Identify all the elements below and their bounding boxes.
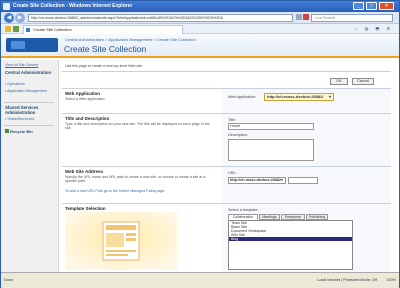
description-label: Description: [228,133,249,137]
intro-text: Use this page to create a new top-level … [65,64,144,68]
browser-window: Create Site Collection - Windows Interne… [0,0,400,288]
address-input-area: URL: http://ch-moss-devbox:26882 ▾ [222,167,391,203]
search-input[interactable]: Live Search [311,14,393,22]
title-section: Title and Description Type a title and d… [65,116,215,131]
sidebar-item-application-management[interactable]: • Application Management [5,89,47,94]
url-name-field[interactable] [288,177,318,184]
breadcrumb[interactable]: Central Administration > Application Man… [65,37,196,42]
address-bar: ◀ ▶ http://ch-moss-devbox:26882/_admin/c… [1,12,399,24]
main-content: Use this page to create a new top-level … [62,62,391,272]
page-title: Create Site Collection [64,44,147,54]
window-title: Create Site Collection - Windows Interne… [13,3,133,9]
title-input-area: Title: Home Description: [222,114,391,166]
webapp-title: Web Application [65,91,101,96]
url-label: URL: [228,171,237,175]
refresh-icon[interactable] [296,14,302,20]
template-list[interactable]: Team Site Blank Site Document Workspace … [228,220,353,270]
forward-button[interactable]: ▶ [15,13,25,23]
back-button[interactable]: ◀ [4,13,14,23]
managed-paths-text[interactable]: To add a new URL Path go to the Define M… [65,189,215,193]
url-prefix-select[interactable]: http://ch-moss-devbox:26882 ▾ [228,177,286,184]
close-button[interactable]: × [379,2,394,10]
divider [62,71,391,72]
sharepoint-logo [6,38,58,52]
ok-button[interactable]: OK [330,78,348,85]
title-section-desc: Type a title and description for your ne… [65,122,210,131]
sidebar-item-operations[interactable]: • Operations [5,82,25,87]
title-section-title: Title and Description [65,116,110,121]
description-field[interactable] [228,139,314,161]
sidebar-divider [4,102,54,103]
select-template-label: Select a template: [228,208,259,212]
quick-launch: View All Site Content Central Administra… [1,60,59,272]
central-admin-heading[interactable]: Central Administration [5,70,51,75]
window-titlebar: Create Site Collection - Windows Interne… [1,1,399,12]
view-all-site-content-link[interactable]: View All Site Content [5,63,38,67]
template-preview-image [65,212,177,270]
title-label: Title: [228,118,237,122]
sidebar-divider [4,125,54,126]
template-option-selected[interactable]: Blog [229,237,352,241]
webapp-select[interactable]: http://ch-moss-devbox:26882/▾ [264,93,334,101]
template-input-area: Select a template: Collaboration Meeting… [222,204,391,272]
add-favorite-icon[interactable] [13,26,19,32]
cancel-button[interactable]: Cancel [352,78,374,85]
maximize-button[interactable]: □ [366,2,377,10]
webapp-section: Web Application Select a Web application… [65,91,215,101]
webapp-desc: Select a Web application. [65,97,106,101]
webapp-label: Web Application: [228,95,257,99]
status-bar: Done Local intranet | Protected Mode: Of… [1,272,399,288]
webapp-input-area: Web Application: http://ch-moss-devbox:2… [222,89,391,113]
address-title: Web Site Address [65,169,104,174]
recycle-bin-icon [5,129,9,133]
address-section: Web Site Address Specify the URL name an… [65,169,215,193]
security-zone[interactable]: Local intranet | Protected Mode: Off [317,278,377,282]
address-desc: Specify the URL name and URL path to cre… [65,175,206,184]
tab-label: Create Site Collection [33,27,72,32]
ie-icon [3,3,10,10]
tab-bar: Create Site Collection ⌂ ▤ 🖶 ⚙ [1,24,399,34]
recycle-bin-link[interactable]: Recycle Bin [5,129,33,134]
title-field[interactable]: Home [228,123,314,130]
url-field[interactable]: http://ch-moss-devbox:26882/_admin/creat… [28,14,293,22]
toolbar-icons[interactable]: ⌂ ▤ 🖶 ⚙ [355,26,393,33]
ssa-heading[interactable]: Shared Services Administration [5,105,58,115]
browser-tab[interactable]: Create Site Collection [23,25,183,34]
sidebar-item-sharedservices1[interactable]: • SharedServices1 [5,117,35,122]
favorites-star-icon[interactable] [5,26,11,32]
minimize-button[interactable]: _ [353,2,364,10]
template-section: Template Selection [65,206,215,211]
sharepoint-header: Central Administration > Application Man… [1,34,399,58]
chevron-down-icon: ▾ [281,178,283,182]
chevron-down-icon: ▾ [328,94,331,99]
status-text: Done [4,278,14,282]
page-favicon [26,28,30,32]
stop-icon[interactable] [303,14,309,20]
template-title: Template Selection [65,206,106,211]
zoom-level[interactable]: 100% [386,278,396,282]
